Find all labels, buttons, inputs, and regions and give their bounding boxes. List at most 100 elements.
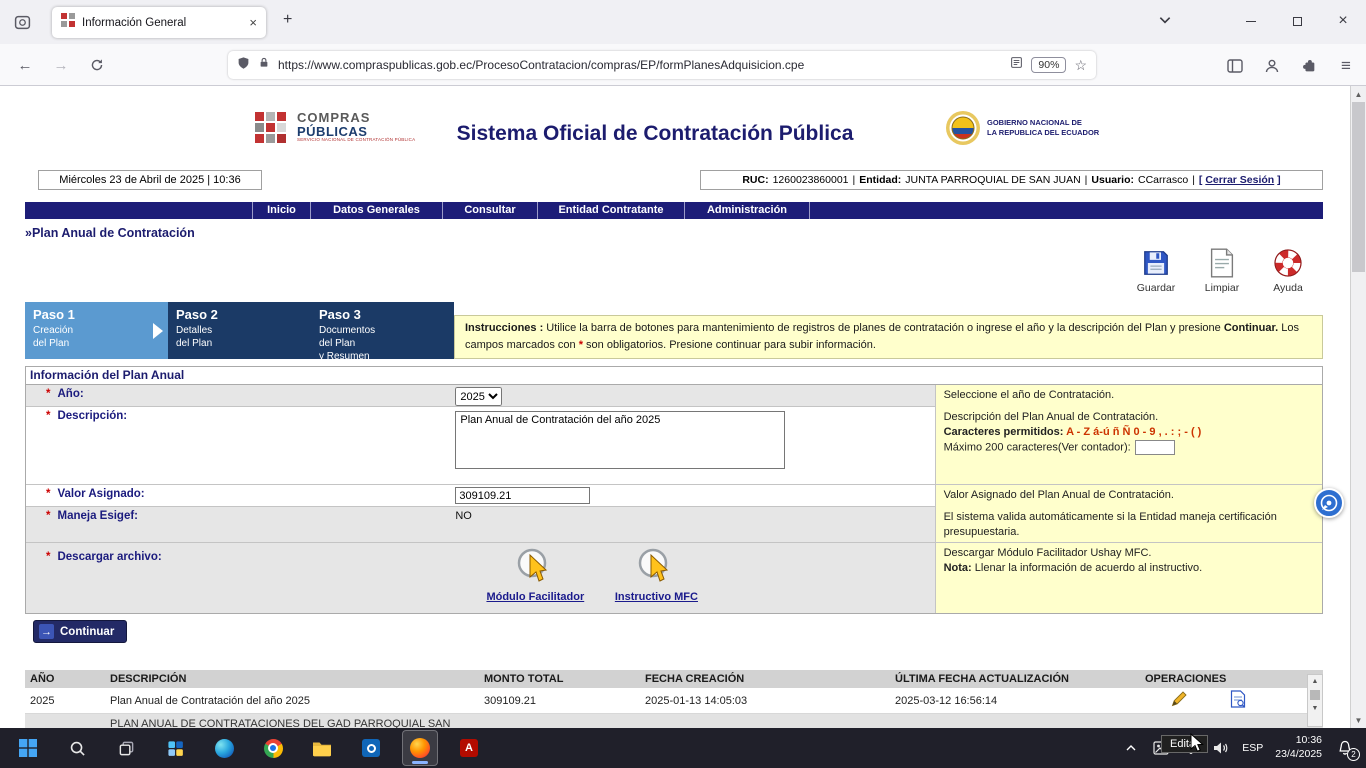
menu-item-datos-generales[interactable]: Datos Generales <box>310 202 442 219</box>
scroll-thumb[interactable] <box>1352 102 1365 272</box>
new-tab-button[interactable]: + <box>283 11 292 29</box>
step1-line1: Creación <box>33 324 160 337</box>
taskbar-search-button[interactable] <box>59 730 95 766</box>
esigef-label: Maneja Esigef: <box>57 510 138 522</box>
nota-label: Nota: <box>944 562 972 574</box>
volume-icon[interactable] <box>1212 739 1230 757</box>
ano-help: Seleccione el año de Contratación. <box>944 389 1115 401</box>
file-explorer-button[interactable] <box>304 730 340 766</box>
tab-title: Información General <box>82 17 242 29</box>
valor-label: Valor Asignado: <box>57 488 144 500</box>
firefox-icon <box>410 738 430 758</box>
notification-center-button[interactable]: 2 <box>1334 737 1356 759</box>
sidebar-icon[interactable] <box>1222 53 1248 79</box>
ayuda-button[interactable]: Ayuda <box>1265 246 1311 294</box>
account-icon[interactable] <box>1259 53 1285 79</box>
plan-form: *Año: 2025 Seleccione el año de Contrata… <box>25 385 1323 614</box>
reader-mode-icon[interactable] <box>1010 56 1023 74</box>
window-close-button[interactable]: × <box>1320 0 1366 42</box>
instructivo-mfc-link[interactable]: Instructivo MFC <box>601 591 711 603</box>
edge-button[interactable] <box>206 730 242 766</box>
window-minimize-button[interactable] <box>1228 0 1274 42</box>
hidden-icons-chevron[interactable] <box>1122 739 1140 757</box>
task-view-button[interactable] <box>108 730 144 766</box>
scroll-down-icon[interactable]: ▼ <box>1351 712 1366 728</box>
menu-item-entidad-contratante[interactable]: Entidad Contratante <box>537 202 684 219</box>
instructivo-mfc-download[interactable]: Instructivo MFC <box>601 546 711 603</box>
col-descripcion: DESCRIPCIÓN <box>110 673 484 685</box>
ruc-value: 1260023860001 <box>773 174 849 186</box>
bookmark-star-icon[interactable]: ☆ <box>1074 57 1087 74</box>
clock[interactable]: 10:36 23/4/2025 <box>1275 734 1322 761</box>
modulo-facilitador-link[interactable]: Módulo Facilitador <box>480 591 590 603</box>
menu-item-administracion[interactable]: Administración <box>684 202 810 219</box>
forward-button[interactable]: → <box>48 52 74 78</box>
counter-input[interactable] <box>1135 440 1175 455</box>
ano-select[interactable]: 2025 <box>455 387 502 406</box>
instructions-bold: Continuar. <box>1224 322 1278 334</box>
menu-icon[interactable]: ≡ <box>1333 53 1359 79</box>
shield-icon[interactable] <box>237 56 250 75</box>
lifebuoy-help-icon <box>1265 246 1311 280</box>
table-scroll-thumb[interactable] <box>1310 690 1320 700</box>
firefox-button[interactable] <box>402 730 438 766</box>
browser-tab[interactable]: Información General × <box>52 7 266 38</box>
list-tabs-chevron-icon[interactable] <box>1158 13 1172 32</box>
url-text: https://www.compraspublicas.gob.ec/Proce… <box>278 58 1002 72</box>
modulo-facilitador-download[interactable]: Módulo Facilitador <box>480 546 590 603</box>
valor-input[interactable] <box>455 487 590 504</box>
notification-count-badge: 2 <box>1347 748 1360 761</box>
gov-line2: LA REPUBLICA DEL ECUADOR <box>987 128 1099 138</box>
descripcion-help1: Descripción del Plan Anual de Contrataci… <box>944 410 1314 425</box>
back-button[interactable]: ← <box>12 52 38 78</box>
main-menu: Inicio Datos Generales Consultar Entidad… <box>25 202 1323 219</box>
window-scrollbar[interactable]: ▲ ▼ <box>1350 86 1366 728</box>
form-row-descargar: *Descargar archivo: Módulo Facilitador <box>26 543 1322 613</box>
separator: | <box>1192 174 1195 186</box>
form-row-esigef: *Maneja Esigef: NO El sistema valida aut… <box>26 507 1322 543</box>
plans-table: AÑO DESCRIPCIÓN MONTO TOTAL FECHA CREACI… <box>25 670 1323 728</box>
url-bar[interactable]: https://www.compraspublicas.gob.ec/Proce… <box>228 51 1096 79</box>
scroll-up-icon[interactable]: ▲ <box>1351 86 1366 102</box>
wizard-steps: Paso 1 Creación del Plan Paso 2 Detalles… <box>25 302 1323 359</box>
step-2-detalles[interactable]: Paso 2 Detalles del Plan <box>168 302 311 359</box>
acrobat-button[interactable]: A <box>451 730 487 766</box>
cursor-download-icon <box>510 546 560 588</box>
accessibility-widget-button[interactable] <box>1314 488 1344 518</box>
logout-link[interactable]: Cerrar Sesión <box>1205 174 1274 186</box>
reload-button[interactable] <box>84 52 110 78</box>
zoom-level-button[interactable]: 90% <box>1031 57 1066 73</box>
edit-pencil-icon[interactable] <box>1170 690 1188 711</box>
instructions-text: Utilice la barra de botones para manteni… <box>543 322 1224 334</box>
extensions-icon[interactable] <box>1296 53 1322 79</box>
instructions-text: son obligatorios. Presione continuar par… <box>583 339 876 351</box>
table-scroll-down-icon[interactable]: ▼ <box>1308 702 1322 715</box>
descripcion-textarea[interactable]: Plan Anual de Contratación del año 2025 <box>455 411 785 469</box>
firefox-view-icon[interactable] <box>12 12 32 32</box>
outlook-button[interactable] <box>353 730 389 766</box>
continuar-button[interactable]: → Continuar <box>33 620 127 643</box>
limpiar-button[interactable]: Limpiar <box>1199 246 1245 294</box>
chrome-button[interactable] <box>255 730 291 766</box>
window-maximize-button[interactable] <box>1274 0 1320 42</box>
start-button[interactable] <box>10 730 46 766</box>
guardar-button[interactable]: Guardar <box>1133 246 1179 294</box>
view-details-icon[interactable] <box>1230 690 1246 711</box>
table-scroll-up-icon[interactable]: ▲ <box>1308 675 1322 688</box>
tab-close-icon[interactable]: × <box>249 16 257 29</box>
cell-monto: 309109.21 <box>484 695 645 707</box>
esigef-value: NO <box>455 510 472 522</box>
ano-label: Año: <box>57 388 83 400</box>
language-indicator[interactable]: ESP <box>1242 742 1263 754</box>
cell-fecha-creacion: 2025-01-13 14:05:03 <box>645 695 895 707</box>
step-1-creacion[interactable]: Paso 1 Creación del Plan <box>25 302 168 359</box>
cell-descripcion: Plan Anual de Contratación del año 2025 <box>110 695 484 707</box>
menu-item-inicio[interactable]: Inicio <box>252 202 310 219</box>
table-scrollbar[interactable]: ▲ ▼ <box>1307 674 1323 727</box>
ruc-label: RUC: <box>742 174 768 186</box>
menu-item-consultar[interactable]: Consultar <box>442 202 537 219</box>
widgets-button[interactable] <box>157 730 193 766</box>
step-3-documentos[interactable]: Paso 3 Documentos del Plan y Resumen <box>311 302 454 359</box>
task-view-icon <box>118 740 135 757</box>
lock-icon[interactable] <box>258 56 270 74</box>
